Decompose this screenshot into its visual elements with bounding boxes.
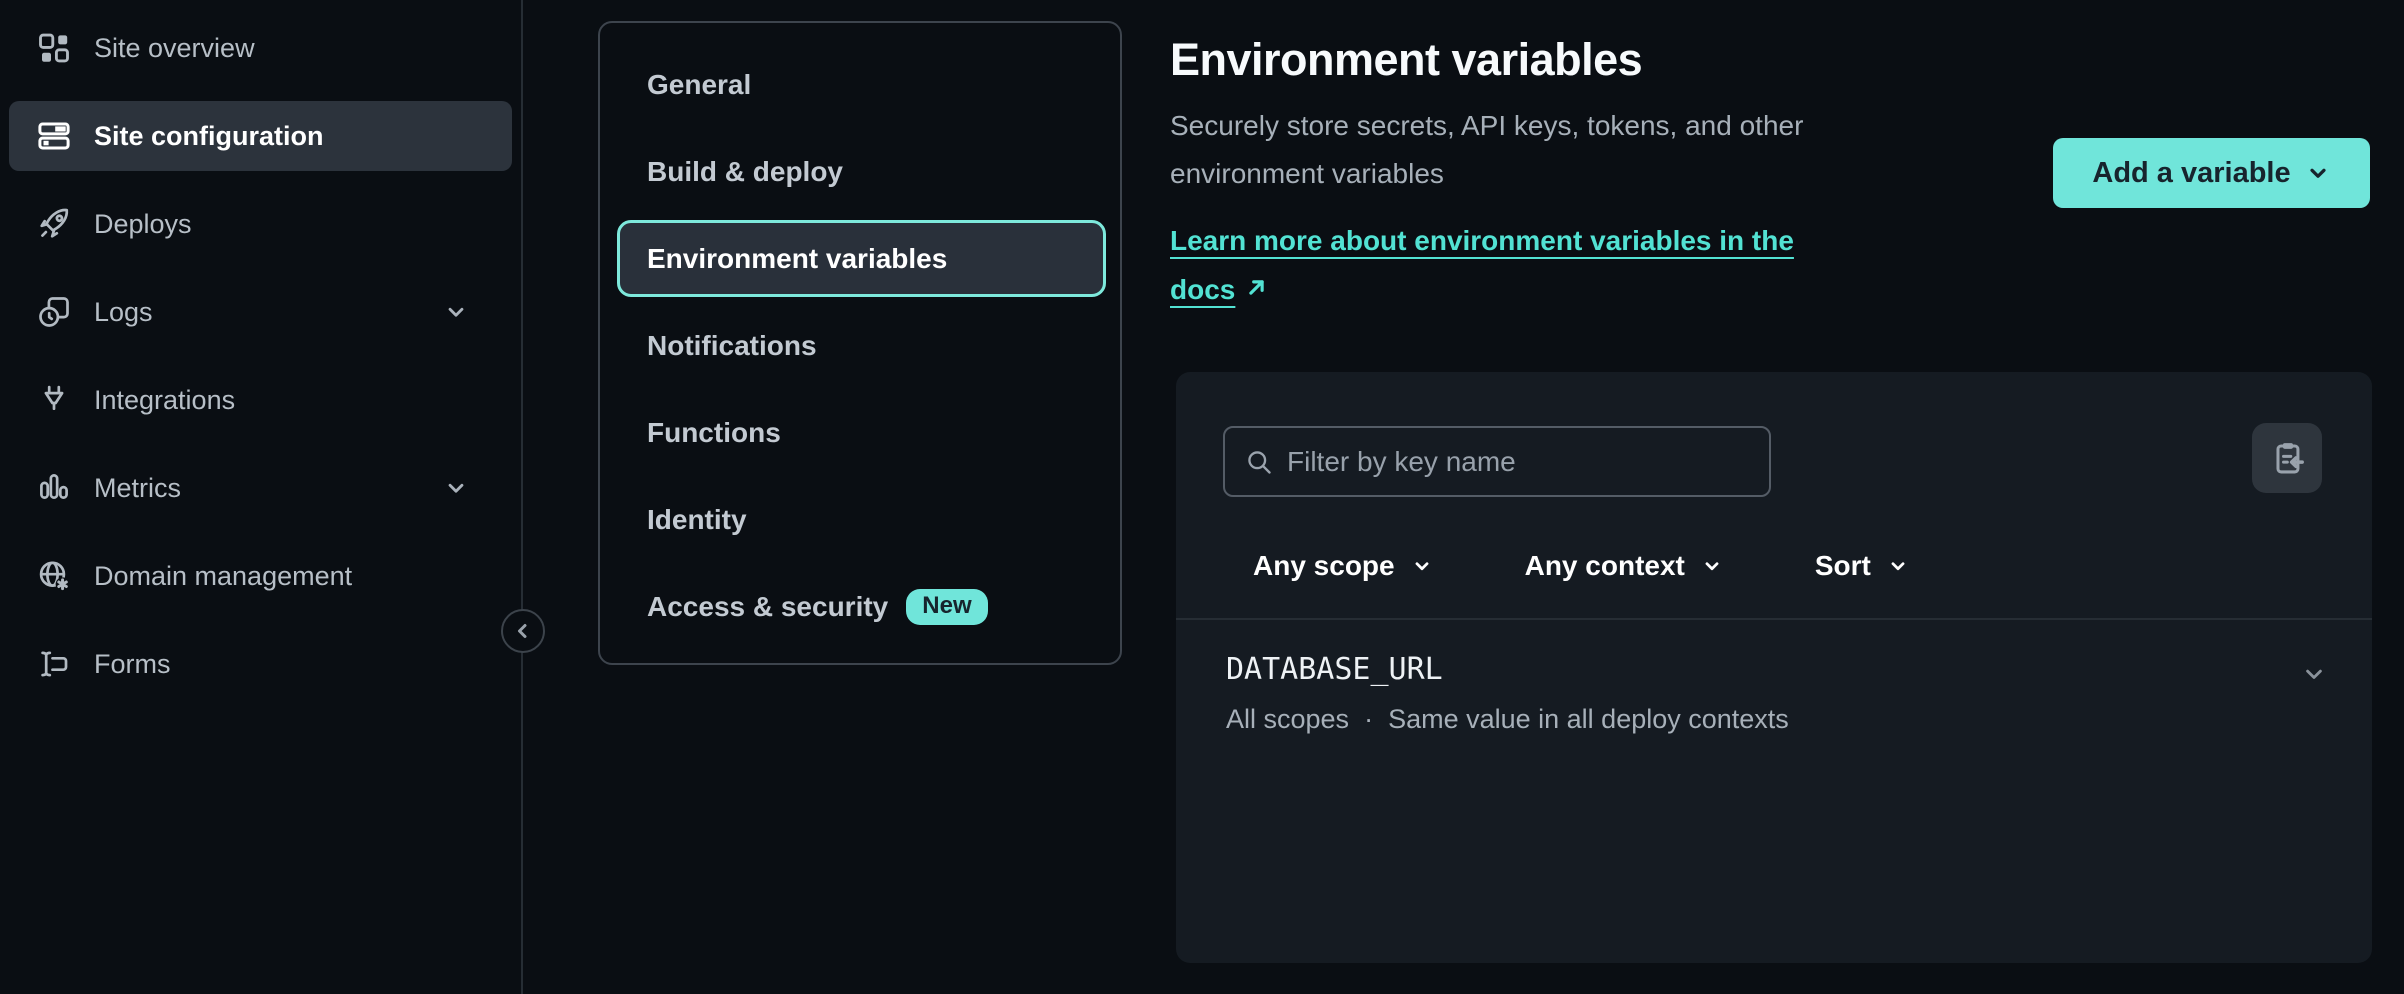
sidebar-item-site-configuration[interactable]: Site configuration: [9, 101, 512, 171]
sidebar-item-forms[interactable]: Forms: [0, 629, 521, 699]
chevron-down-icon: [1701, 555, 1723, 577]
sidebar-item-label: Integrations: [94, 385, 235, 416]
deploys-rocket-icon: [36, 206, 72, 242]
import-env-vars-button[interactable]: [2252, 423, 2322, 493]
sidebar-item-label: Site overview: [94, 33, 255, 64]
context-filter-dropdown[interactable]: Any context: [1525, 550, 1723, 582]
scope-filter-dropdown[interactable]: Any scope: [1253, 550, 1433, 582]
filters-row: Any scope Any context Sort: [1253, 550, 1909, 582]
subnav-item-label: General: [647, 69, 751, 101]
sort-label: Sort: [1815, 550, 1871, 582]
docs-link[interactable]: Learn more about environment variables i…: [1170, 216, 1950, 314]
add-variable-button[interactable]: Add a variable: [2053, 138, 2370, 208]
chevron-down-icon: [1887, 555, 1909, 577]
sidebar-item-label: Forms: [94, 649, 171, 680]
filter-key-input[interactable]: [1287, 428, 1769, 495]
chevron-down-icon: [443, 299, 469, 325]
subnav-item-access-security[interactable]: Access & security New: [600, 563, 1120, 650]
variable-row-database-url[interactable]: DATABASE_URL All scopes · Same value in …: [1176, 620, 2372, 740]
sidebar-item-label: Logs: [94, 297, 153, 328]
subnav-item-identity[interactable]: Identity: [600, 476, 1120, 563]
add-variable-button-label: Add a variable: [2092, 157, 2290, 190]
forms-icon: [36, 646, 72, 682]
variable-meta-separator: ·: [1364, 704, 1373, 735]
sidebar-item-metrics[interactable]: Metrics: [0, 453, 521, 523]
variable-contexts: Same value in all deploy contexts: [1388, 704, 1789, 735]
sidebar-item-label: Site configuration: [94, 121, 324, 152]
variable-meta: All scopes · Same value in all deploy co…: [1226, 704, 1789, 735]
sidebar-collapse-button[interactable]: [501, 609, 545, 653]
scope-filter-label: Any scope: [1253, 550, 1395, 582]
subnav-item-build-deploy[interactable]: Build & deploy: [600, 128, 1120, 215]
environment-variables-panel: Any scope Any context Sort DATABASE_URL …: [1176, 372, 2372, 963]
subnav-item-label: Identity: [647, 504, 747, 536]
sidebar-item-label: Domain management: [94, 561, 352, 592]
subnav-item-general[interactable]: General: [600, 41, 1120, 128]
sidebar-item-integrations[interactable]: Integrations: [0, 365, 521, 435]
new-badge: New: [906, 589, 987, 625]
chevron-down-icon: [1411, 555, 1433, 577]
integrations-plug-icon: [36, 382, 72, 418]
metrics-bars-icon: [36, 470, 72, 506]
subnav-item-label: Functions: [647, 417, 781, 449]
page-title: Environment variables: [1170, 34, 1642, 86]
site-configuration-icon: [36, 118, 72, 154]
subnav-item-label: Notifications: [647, 330, 817, 362]
subnav-item-label: Environment variables: [647, 243, 947, 275]
sidebar-item-label: Metrics: [94, 473, 181, 504]
subnav-item-environment-variables[interactable]: Environment variables: [600, 215, 1120, 302]
arrow-up-right-icon: [1243, 274, 1270, 301]
filter-search-box: [1223, 426, 1771, 497]
subnav-item-label: Build & deploy: [647, 156, 843, 188]
logs-icon: [36, 294, 72, 330]
sidebar-item-domain-management[interactable]: Domain management: [0, 541, 521, 611]
docs-link-line1: Learn more about environment variables i…: [1170, 225, 1794, 256]
expand-variable-chevron-icon[interactable]: [2300, 660, 2328, 688]
domain-globe-icon: [36, 558, 72, 594]
clipboard-import-icon: [2268, 439, 2306, 477]
page-description: Securely store secrets, API keys, tokens…: [1170, 102, 1940, 198]
variable-scopes: All scopes: [1226, 704, 1349, 735]
sort-dropdown[interactable]: Sort: [1815, 550, 1909, 582]
settings-subnav-card: General Build & deploy Environment varia…: [598, 21, 1122, 665]
sidebar-item-site-overview[interactable]: Site overview: [0, 13, 521, 83]
subnav-item-label: Access & security: [647, 591, 888, 623]
chevron-down-icon: [2305, 160, 2331, 186]
chevron-down-icon: [443, 475, 469, 501]
search-icon: [1245, 448, 1273, 476]
sidebar-item-logs[interactable]: Logs: [0, 277, 521, 347]
sidebar-item-label: Deploys: [94, 209, 192, 240]
docs-link-line2: docs: [1170, 274, 1235, 305]
subnav-active-highlight: Environment variables: [617, 220, 1106, 297]
chevron-left-icon: [511, 619, 535, 643]
subnav-item-notifications[interactable]: Notifications: [600, 302, 1120, 389]
sidebar-item-deploys[interactable]: Deploys: [0, 189, 521, 259]
subnav-item-functions[interactable]: Functions: [600, 389, 1120, 476]
context-filter-label: Any context: [1525, 550, 1685, 582]
variable-key: DATABASE_URL: [1226, 652, 1443, 687]
site-overview-icon: [36, 30, 72, 66]
sidebar: Site overview Site configuration Deploys: [0, 0, 523, 994]
